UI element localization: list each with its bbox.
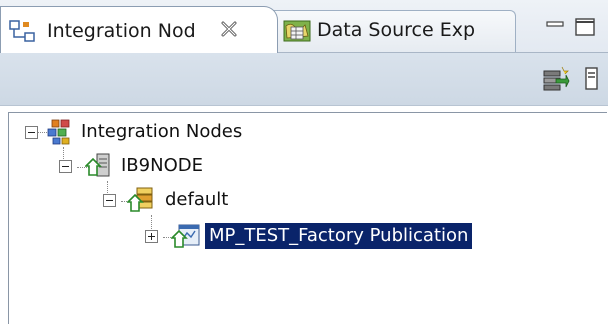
integration-nodes-view: Data Source Exp Integration Nod Integrat…	[0, 0, 608, 324]
integration-node-icon	[84, 153, 111, 179]
tab-label-data-source-explorer: Data Source Exp	[317, 19, 476, 41]
integration-nodes-icon	[47, 119, 73, 145]
tree-item-ib9node[interactable]: IB9NODE	[9, 153, 309, 179]
integration-nodes-view-icon	[9, 19, 39, 49]
maximize-icon[interactable]	[574, 16, 596, 38]
data-source-explorer-icon	[283, 18, 311, 48]
tab-label-integration-nodes: Integration Nod	[47, 20, 196, 42]
connect-node-icon[interactable]	[542, 65, 570, 93]
tree-item-label: IB9NODE	[121, 155, 203, 176]
collapse-icon[interactable]	[59, 160, 72, 173]
integration-nodes-tree: Integration Nodes IB9NODE default MP_TES…	[8, 112, 607, 324]
tree-item-default[interactable]: default	[9, 187, 309, 213]
collapse-icon[interactable]	[103, 194, 116, 207]
view-toolbar	[0, 53, 608, 106]
tree-item-label: default	[165, 189, 229, 210]
expand-icon[interactable]	[145, 230, 158, 243]
collapse-icon[interactable]	[25, 126, 38, 139]
tree-item-label: Integration Nodes	[81, 121, 243, 142]
application-icon	[170, 223, 200, 249]
tab-data-source-explorer[interactable]: Data Source Exp	[246, 10, 516, 52]
integration-server-icon	[126, 187, 153, 213]
tree-item-integration-nodes[interactable]: Integration Nodes	[9, 119, 309, 145]
minimize-icon[interactable]	[544, 16, 566, 38]
view-menu-icon[interactable]	[578, 65, 606, 93]
tree-item-application[interactable]: MP_TEST_Factory Publication	[9, 223, 529, 249]
close-tab-icon[interactable]	[219, 19, 239, 39]
view-tab-bar: Data Source Exp Integration Nod	[0, 0, 608, 53]
tab-integration-nodes[interactable]: Integration Nod	[0, 6, 278, 53]
tree-item-label-selected: MP_TEST_Factory Publication	[205, 223, 473, 249]
